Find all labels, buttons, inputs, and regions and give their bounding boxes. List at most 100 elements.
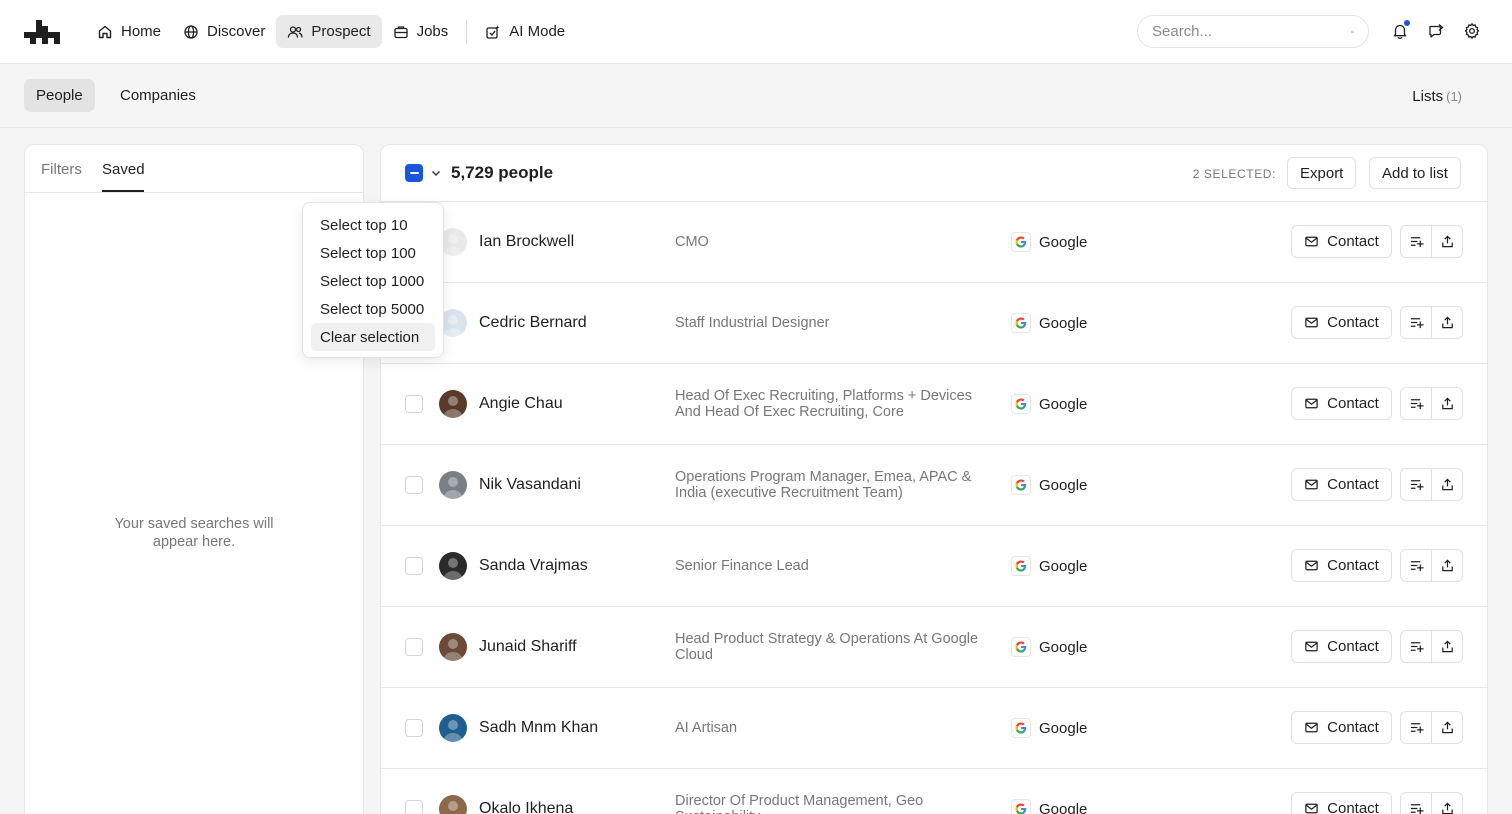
add-to-list-row-button[interactable] xyxy=(1400,225,1432,258)
share-row-button[interactable] xyxy=(1431,711,1463,744)
google-logo-icon xyxy=(1011,556,1031,576)
list-add-icon xyxy=(1410,561,1424,572)
person-avatar-icon xyxy=(448,801,458,811)
app-logo-icon[interactable] xyxy=(24,20,60,44)
nav-prospect[interactable]: Prospect xyxy=(276,15,382,48)
contact-label: Contact xyxy=(1327,719,1379,736)
tab-filters[interactable]: Filters xyxy=(41,161,82,178)
saved-empty-text: Your saved searches will appear here. xyxy=(114,516,274,550)
add-to-list-row-button[interactable] xyxy=(1400,711,1432,744)
add-to-list-row-button[interactable] xyxy=(1400,387,1432,420)
share-row-button[interactable] xyxy=(1431,468,1463,501)
gear-icon[interactable] xyxy=(1463,22,1481,40)
share-row-button[interactable] xyxy=(1431,549,1463,582)
google-logo-icon xyxy=(1011,313,1031,333)
person-name[interactable]: Sanda Vrajmas xyxy=(479,557,588,575)
upload-icon xyxy=(1441,640,1453,653)
tab-people[interactable]: People xyxy=(24,79,95,112)
person-name[interactable]: Ian Brockwell xyxy=(479,233,574,251)
tab-saved[interactable]: Saved xyxy=(102,161,145,178)
add-to-list-row-button[interactable] xyxy=(1400,306,1432,339)
person-avatar-icon xyxy=(443,720,463,742)
upload-icon xyxy=(1441,235,1453,248)
mail-icon xyxy=(1305,641,1318,652)
person-name[interactable]: Cedric Bernard xyxy=(479,314,587,332)
chevron-down-icon[interactable] xyxy=(430,167,442,179)
share-row-button[interactable] xyxy=(1431,630,1463,663)
google-logo-icon xyxy=(1011,232,1031,252)
row-checkbox[interactable] xyxy=(405,395,423,413)
nav-prospect-label: Prospect xyxy=(311,23,371,40)
row-checkbox[interactable] xyxy=(405,719,423,737)
mail-icon xyxy=(1305,722,1318,733)
contact-label: Contact xyxy=(1327,314,1379,331)
person-company[interactable]: Google xyxy=(1011,637,1087,657)
avatar xyxy=(439,795,467,814)
person-company[interactable]: Google xyxy=(1011,799,1087,814)
person-avatar-icon xyxy=(443,639,463,661)
list-add-icon xyxy=(1410,237,1424,248)
person-company[interactable]: Google xyxy=(1011,718,1087,738)
avatar xyxy=(439,714,467,742)
add-to-list-row-button[interactable] xyxy=(1400,792,1432,814)
row-checkbox[interactable] xyxy=(405,557,423,575)
upload-icon xyxy=(1441,559,1453,572)
search-input[interactable] xyxy=(1152,23,1351,40)
search-icon[interactable] xyxy=(1351,24,1354,40)
person-company[interactable]: Google xyxy=(1011,232,1087,252)
selected-count: 2 SELECTED: xyxy=(1192,167,1276,181)
top-navbar: Home Discover Prospect Jobs AI Mode xyxy=(0,0,1512,64)
menu-select-top-1000[interactable]: Select top 1000 xyxy=(311,267,435,295)
person-name[interactable]: Okalo Ikhena xyxy=(479,800,573,814)
row-checkbox[interactable] xyxy=(405,476,423,494)
person-name[interactable]: Angie Chau xyxy=(479,395,563,413)
person-name[interactable]: Sadh Mnm Khan xyxy=(479,719,598,737)
row-checkbox[interactable] xyxy=(405,638,423,656)
menu-select-top-5000[interactable]: Select top 5000 xyxy=(311,295,435,323)
nav-ai-mode[interactable]: AI Mode xyxy=(474,15,576,48)
menu-clear-selection[interactable]: Clear selection xyxy=(311,323,435,351)
person-company[interactable]: Google xyxy=(1011,556,1087,576)
share-row-button[interactable] xyxy=(1431,225,1463,258)
company-name: Google xyxy=(1039,638,1088,656)
person-company[interactable]: Google xyxy=(1011,313,1087,333)
nav-discover[interactable]: Discover xyxy=(172,15,276,48)
person-name[interactable]: Nik Vasandani xyxy=(479,476,581,494)
nav-home[interactable]: Home xyxy=(86,15,172,48)
contact-button[interactable]: Contact xyxy=(1291,549,1392,582)
add-to-list-row-button[interactable] xyxy=(1400,468,1432,501)
person-name[interactable]: Junaid Shariff xyxy=(479,638,577,656)
contact-button[interactable]: Contact xyxy=(1291,306,1392,339)
contact-button[interactable]: Contact xyxy=(1291,468,1392,501)
share-row-button[interactable] xyxy=(1431,306,1463,339)
add-to-list-row-button[interactable] xyxy=(1400,549,1432,582)
person-company[interactable]: Google xyxy=(1011,475,1087,495)
menu-select-top-10[interactable]: Select top 10 xyxy=(311,211,435,239)
sparkle-icon xyxy=(486,24,501,39)
sub-navbar: People Companies Lists (1) xyxy=(0,64,1512,128)
add-to-list-row-button[interactable] xyxy=(1400,630,1432,663)
company-name: Google xyxy=(1039,476,1088,494)
person-title: Head Of Exec Recruiting, Platforms + Dev… xyxy=(675,388,972,420)
tab-companies[interactable]: Companies xyxy=(108,79,208,112)
contact-button[interactable]: Contact xyxy=(1291,387,1392,420)
contact-button[interactable]: Contact xyxy=(1291,225,1392,258)
export-button[interactable]: Export xyxy=(1287,157,1357,189)
add-to-list-button[interactable]: Add to list xyxy=(1369,157,1461,189)
briefcase-icon xyxy=(393,25,408,38)
share-row-button[interactable] xyxy=(1431,387,1463,420)
nav-home-label: Home xyxy=(121,23,162,40)
row-checkbox[interactable] xyxy=(405,800,423,814)
upload-icon xyxy=(1441,397,1453,410)
upload-icon xyxy=(1441,478,1453,491)
messages-icon[interactable] xyxy=(1427,22,1445,40)
menu-select-top-100[interactable]: Select top 100 xyxy=(311,239,435,267)
select-all-checkbox[interactable] xyxy=(405,164,423,182)
person-company[interactable]: Google xyxy=(1011,394,1087,414)
share-row-button[interactable] xyxy=(1431,792,1463,814)
contact-button[interactable]: Contact xyxy=(1291,792,1392,814)
nav-jobs[interactable]: Jobs xyxy=(382,15,460,48)
contact-button[interactable]: Contact xyxy=(1291,711,1392,744)
lists-button[interactable]: Lists (1) xyxy=(1412,88,1462,105)
contact-button[interactable]: Contact xyxy=(1291,630,1392,663)
